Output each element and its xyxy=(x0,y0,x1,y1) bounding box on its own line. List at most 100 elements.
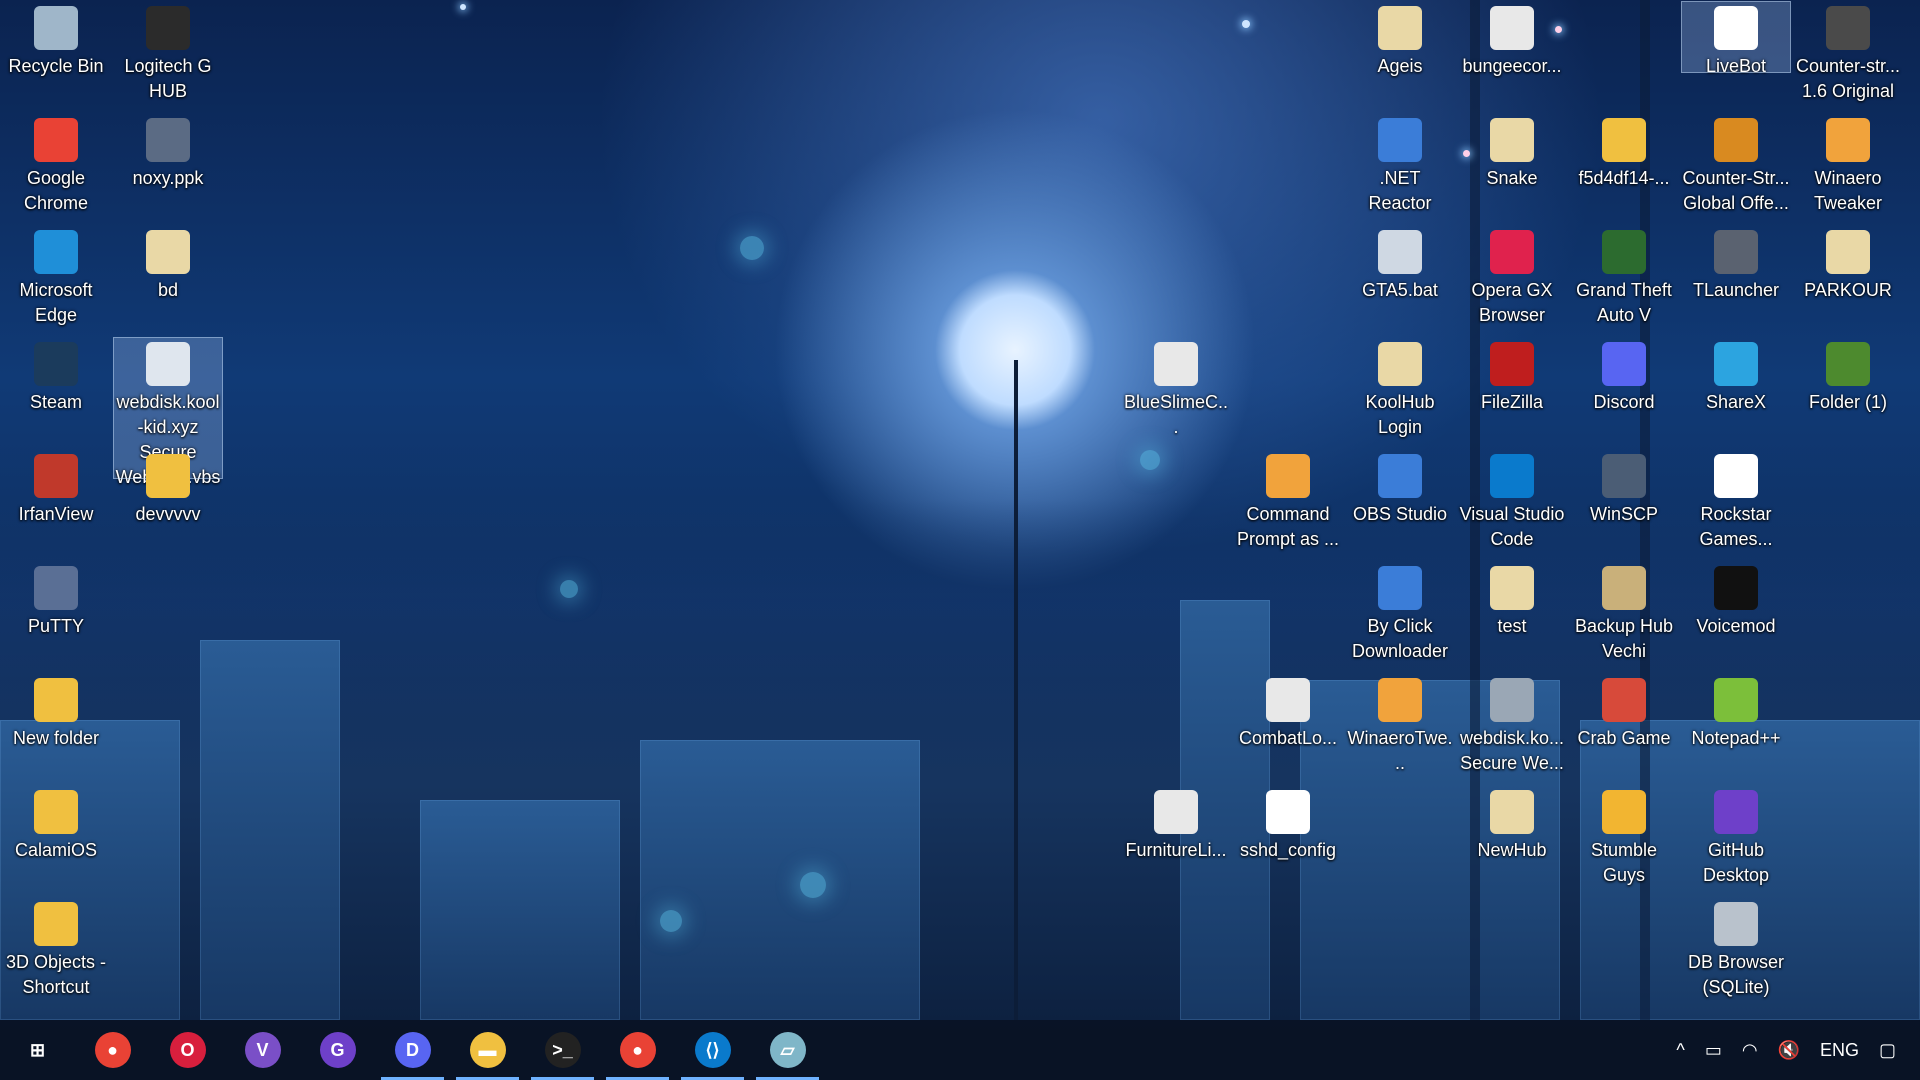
desktop-icon-label: BlueSlimeC... xyxy=(1123,392,1229,437)
desktop-icon[interactable]: Rockstar Games... xyxy=(1682,450,1790,552)
desktop-icon-label: PARKOUR xyxy=(1804,280,1892,300)
desktop-icon[interactable]: Winaero Tweaker xyxy=(1794,114,1902,216)
desktop-icon[interactable]: IrfanView xyxy=(2,450,110,527)
chevron-up-icon[interactable]: ^ xyxy=(1676,1040,1684,1061)
desktop-icon[interactable]: PuTTY xyxy=(2,562,110,639)
desktop-icon[interactable]: CalamiOS xyxy=(2,786,110,863)
desktop-icon[interactable]: noxy.ppk xyxy=(114,114,222,191)
desktop-icon[interactable]: Discord xyxy=(1570,338,1678,415)
desktop-icon[interactable]: Command Prompt as ... xyxy=(1234,450,1342,552)
winscp-icon xyxy=(1602,454,1646,498)
taskbar-github[interactable]: G xyxy=(300,1020,375,1080)
taskbar-visual-studio[interactable]: V xyxy=(225,1020,300,1080)
desktop-icon[interactable]: FileZilla xyxy=(1458,338,1566,415)
script-file-icon xyxy=(146,342,190,386)
desktop-icon-label: CombatLo... xyxy=(1238,728,1338,748)
start-button[interactable]: ⊞ xyxy=(0,1020,75,1080)
desktop-icon[interactable]: CombatLo... xyxy=(1234,674,1342,751)
desktop-icon[interactable]: Microsoft Edge xyxy=(2,226,110,328)
desktop-icon[interactable]: Visual Studio Code xyxy=(1458,450,1566,552)
desktop-icon[interactable]: Stumble Guys xyxy=(1570,786,1678,888)
desktop-icon[interactable]: Google Chrome xyxy=(2,114,110,216)
steam-icon xyxy=(34,342,78,386)
bokeh-light xyxy=(560,580,578,598)
desktop-icon-label: FurnitureLi... xyxy=(1125,840,1227,860)
desktop-icon[interactable]: Ageis xyxy=(1346,2,1454,79)
visual-studio-icon: V xyxy=(244,1032,281,1068)
desktop-icon[interactable]: LiveBot xyxy=(1681,1,1791,76)
desktop-icon[interactable]: Snake xyxy=(1458,114,1566,191)
desktop-icon[interactable]: Recycle Bin xyxy=(2,2,110,79)
desktop-icon[interactable]: .NET Reactor xyxy=(1346,114,1454,216)
folder-icon xyxy=(34,790,78,834)
desktop-icon[interactable]: test xyxy=(1458,562,1566,639)
desktop-icon[interactable]: Grand Theft Auto V xyxy=(1570,226,1678,328)
desktop-icon[interactable]: TLauncher xyxy=(1682,226,1790,303)
desktop-icon[interactable]: bungeecor... xyxy=(1458,2,1566,79)
language-indicator[interactable]: ENG xyxy=(1820,1040,1859,1061)
desktop-icon-label: f5d4df14-... xyxy=(1578,168,1670,188)
desktop-icon[interactable]: Counter-str... 1.6 Original xyxy=(1794,2,1902,104)
notification-icon[interactable]: ▢ xyxy=(1879,1040,1896,1061)
taskbar-vscode[interactable]: ⟨⟩ xyxy=(675,1020,750,1080)
desktop-icon[interactable]: KoolHub Login xyxy=(1346,338,1454,440)
desktop-icon[interactable]: bd xyxy=(114,226,222,303)
desktop-icon[interactable]: sshd_config xyxy=(1234,786,1342,863)
file-icon xyxy=(1266,790,1310,834)
taskbar-chrome-profile[interactable]: ● xyxy=(600,1020,675,1080)
desktop-icon-label: NewHub xyxy=(1477,840,1547,860)
desktop-icon[interactable]: ShareX xyxy=(1682,338,1790,415)
desktop-icon[interactable]: OBS Studio xyxy=(1346,450,1454,527)
volume-muted-icon[interactable]: 🔇 xyxy=(1778,1040,1800,1061)
desktop-icon-label: GitHub Desktop xyxy=(1702,840,1770,885)
desktop-icon-label: webdisk.ko... Secure We... xyxy=(1459,728,1565,773)
app-window-icon xyxy=(1378,454,1422,498)
desktop-icon-label: DB Browser (SQLite) xyxy=(1687,952,1785,997)
desktop-icon-label: noxy.ppk xyxy=(132,168,204,188)
desktop-icon-label: New folder xyxy=(12,728,100,748)
desktop-icon[interactable]: Steam xyxy=(2,338,110,415)
desktop-icon[interactable]: WinaeroTwe... xyxy=(1346,674,1454,776)
desktop-icon[interactable]: DB Browser (SQLite) xyxy=(1682,898,1790,1000)
taskbar-discord[interactable]: D xyxy=(375,1020,450,1080)
taskbar-terminal[interactable]: >_ xyxy=(525,1020,600,1080)
winaero-icon xyxy=(1826,118,1870,162)
desktop-icon[interactable]: 3D Objects - Shortcut xyxy=(2,898,110,1000)
desktop-icon[interactable]: GitHub Desktop xyxy=(1682,786,1790,888)
cs-icon xyxy=(1826,6,1870,50)
putty-icon xyxy=(34,566,78,610)
desktop-icon[interactable]: BlueSlimeC... xyxy=(1122,338,1230,440)
discord-icon: D xyxy=(394,1032,431,1068)
desktop-icon-label: KoolHub Login xyxy=(1365,392,1435,437)
battery-icon[interactable]: ▭ xyxy=(1705,1040,1722,1061)
desktop-icon[interactable]: Counter-Str... Global Offe... xyxy=(1682,114,1790,216)
desktop-icon-label: Crab Game xyxy=(1577,728,1671,748)
desktop-icon[interactable]: devvvvv xyxy=(114,450,222,527)
desktop-icon[interactable]: By Click Downloader xyxy=(1346,562,1454,664)
desktop-icon[interactable]: Logitech G HUB xyxy=(114,2,222,104)
desktop-icon[interactable]: WinSCP xyxy=(1570,450,1678,527)
desktop-icon[interactable]: FurnitureLi... xyxy=(1122,786,1230,863)
desktop-icon[interactable]: Folder (1) xyxy=(1794,338,1902,415)
desktop-icon[interactable]: GTA5.bat xyxy=(1346,226,1454,303)
desktop-icon[interactable]: New folder xyxy=(2,674,110,751)
file-icon xyxy=(1378,6,1422,50)
sharex-icon xyxy=(1714,342,1758,386)
desktop-icon[interactable]: Voicemod xyxy=(1682,562,1790,639)
desktop-icon[interactable]: PARKOUR xyxy=(1794,226,1902,303)
taskbar-opera[interactable]: O xyxy=(150,1020,225,1080)
desktop-icon[interactable]: Crab Game xyxy=(1570,674,1678,751)
desktop-icon-label: Recycle Bin xyxy=(8,56,104,76)
desktop-icon[interactable]: Notepad++ xyxy=(1682,674,1790,751)
opera-gx-icon xyxy=(1490,230,1534,274)
desktop-icon[interactable]: Opera GX Browser xyxy=(1458,226,1566,328)
desktop-icon[interactable]: webdisk.ko... Secure We... xyxy=(1458,674,1566,776)
desktop-icon[interactable]: Backup Hub Vechi xyxy=(1570,562,1678,664)
wifi-icon[interactable]: ◠ xyxy=(1742,1040,1758,1061)
taskbar-notepad[interactable]: ▱ xyxy=(750,1020,825,1080)
desktop-icon[interactable]: f5d4df14-... xyxy=(1570,114,1678,191)
taskbar-file-explorer[interactable]: ▬ xyxy=(450,1020,525,1080)
desktop-icon[interactable]: NewHub xyxy=(1458,786,1566,863)
taskbar-chrome[interactable]: ● xyxy=(75,1020,150,1080)
app-window-icon xyxy=(1378,566,1422,610)
